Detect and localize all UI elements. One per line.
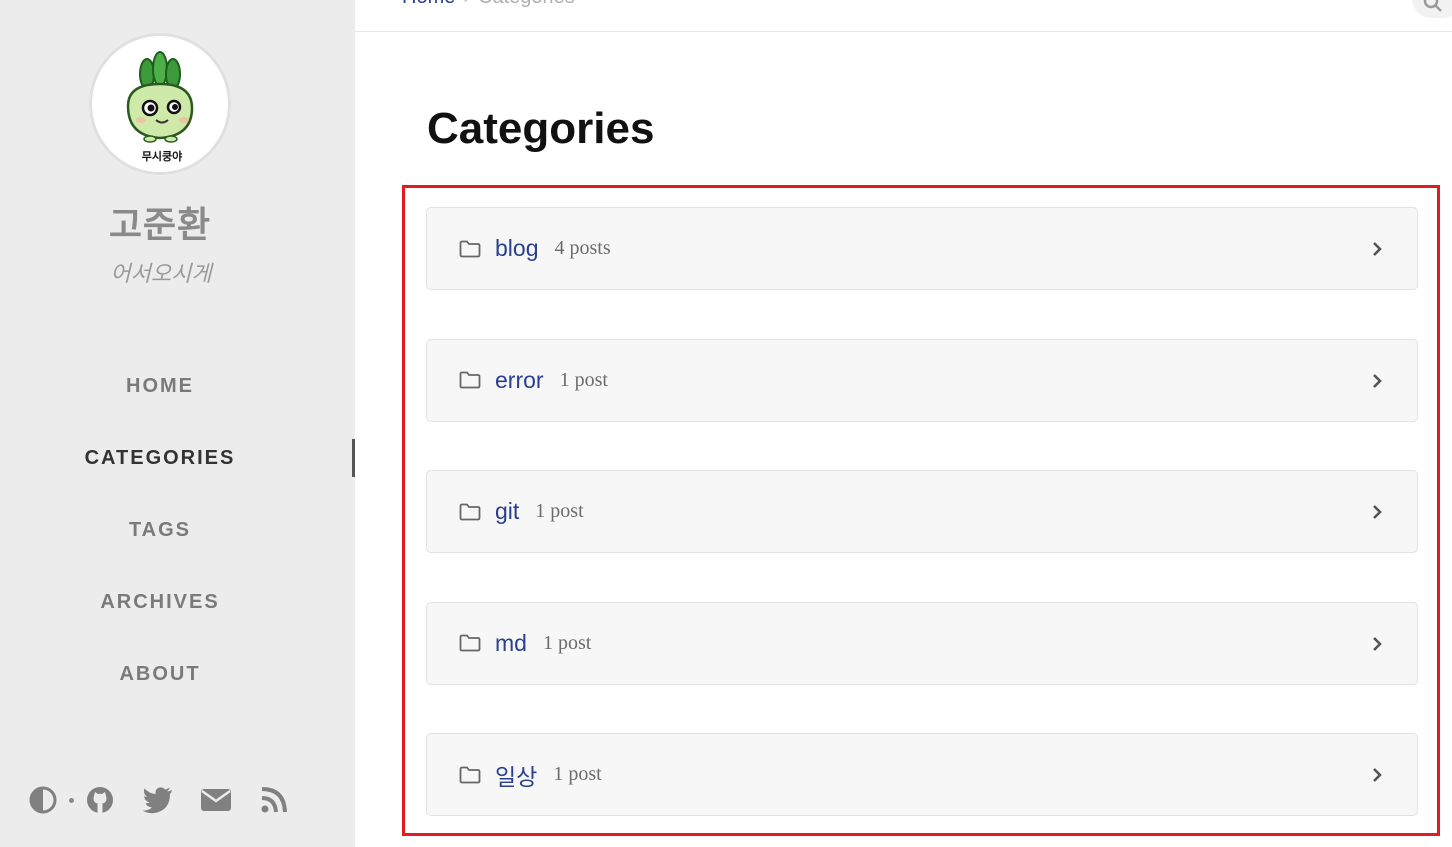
category-card-md[interactable]: md 1 post	[426, 601, 1418, 685]
search-button[interactable]	[1412, 0, 1452, 18]
page-title: Categories	[427, 104, 655, 153]
nav-item-label: TAGS	[128, 518, 192, 541]
sidebar: 무시쿵야 고준환 어서오시게 HOME CATEGORIES TAGS ARCH…	[0, 0, 355, 847]
avatar-mascot-image: 무시쿵야	[126, 51, 194, 163]
avatar-caption: 무시쿵야	[142, 149, 182, 163]
folder-icon	[459, 239, 483, 259]
folder-icon	[459, 765, 483, 785]
category-list: blog 4 posts error 1 post git 1 post md …	[426, 207, 1418, 816]
topbar: Home › Categories	[355, 0, 1452, 32]
email-icon[interactable]	[199, 783, 233, 817]
nav-item-home[interactable]: HOME	[0, 350, 355, 422]
category-post-count: 1 post	[553, 763, 602, 785]
category-post-count: 4 posts	[554, 237, 611, 259]
nav-item-label: CATEGORIES	[84, 446, 236, 469]
theme-toggle-icon[interactable]	[26, 783, 60, 817]
category-name[interactable]: 일상	[495, 758, 537, 792]
search-icon	[1423, 0, 1442, 12]
category-name[interactable]: git	[495, 498, 519, 525]
chevron-right-icon[interactable]	[1369, 501, 1385, 523]
breadcrumb: Home › Categories	[402, 0, 575, 9]
nav-item-archives[interactable]: ARCHIVES	[0, 566, 355, 638]
github-icon[interactable]	[83, 783, 117, 817]
category-card-git[interactable]: git 1 post	[426, 470, 1418, 553]
category-card-daily[interactable]: 일상 1 post	[426, 733, 1418, 816]
category-card-blog[interactable]: blog 4 posts	[426, 207, 1418, 290]
category-name[interactable]: blog	[495, 235, 538, 262]
site-subtitle: 어서오시게	[110, 262, 212, 287]
nav-item-label: ABOUT	[119, 662, 201, 685]
chevron-right-icon[interactable]	[1369, 238, 1385, 260]
category-post-count: 1 post	[535, 500, 584, 522]
chevron-right-icon[interactable]	[1369, 764, 1385, 786]
sidebar-footer	[26, 780, 291, 820]
chevron-right-icon[interactable]	[1369, 633, 1385, 655]
site-title[interactable]: 고준환	[0, 196, 320, 248]
page: 무시쿵야 고준환 어서오시게 HOME CATEGORIES TAGS ARCH…	[0, 0, 1452, 847]
breadcrumb-separator: ›	[463, 0, 470, 8]
folder-icon	[459, 633, 483, 653]
sidebar-nav: HOME CATEGORIES TAGS ARCHIVES ABOUT	[0, 350, 355, 710]
nav-item-tags[interactable]: TAGS	[0, 494, 355, 566]
chevron-right-icon[interactable]	[1369, 370, 1385, 392]
rss-icon[interactable]	[257, 783, 291, 817]
nav-item-label: HOME	[126, 374, 194, 397]
twitter-icon[interactable]	[141, 783, 175, 817]
separator-dot	[69, 797, 74, 803]
nav-item-label: ARCHIVES	[100, 590, 220, 613]
folder-icon	[459, 370, 483, 390]
breadcrumb-current: Categories	[478, 0, 575, 8]
category-name[interactable]: error	[495, 367, 544, 394]
folder-icon	[459, 502, 483, 522]
avatar[interactable]: 무시쿵야	[89, 33, 231, 175]
category-post-count: 1 post	[542, 631, 592, 654]
nav-item-categories[interactable]: CATEGORIES	[0, 422, 355, 494]
category-post-count: 1 post	[559, 368, 608, 391]
category-card-error[interactable]: error 1 post	[426, 338, 1418, 422]
breadcrumb-home-link[interactable]: Home	[402, 0, 455, 8]
nav-item-about[interactable]: ABOUT	[0, 638, 355, 710]
category-name[interactable]: md	[495, 630, 527, 657]
